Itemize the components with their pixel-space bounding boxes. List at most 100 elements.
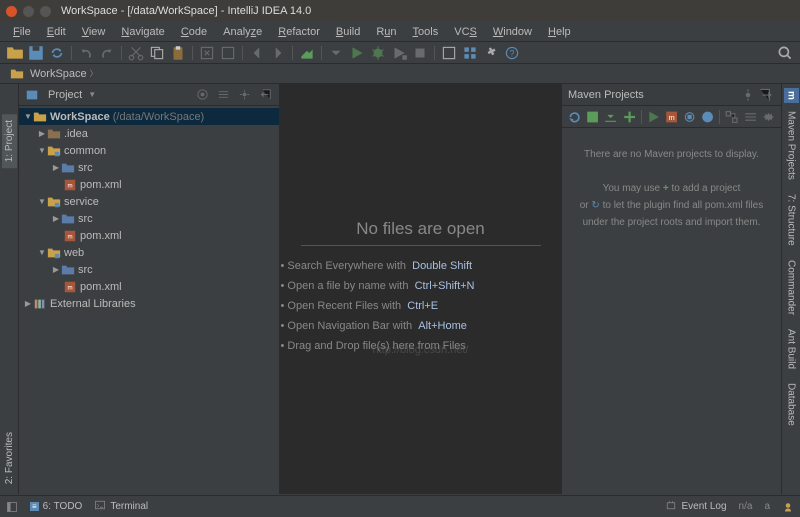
hide-panel-button[interactable]: [258, 87, 273, 102]
commander-tool-tab[interactable]: Commander: [784, 254, 799, 321]
save-all-button[interactable]: [27, 44, 45, 62]
panel-settings-button[interactable]: [739, 86, 757, 104]
favorites-tool-tab[interactable]: 2: Favorites: [2, 426, 17, 490]
tree-node-service[interactable]: ▼ service: [19, 193, 279, 210]
ant-build-tool-tab[interactable]: Ant Build: [784, 323, 799, 375]
find-button[interactable]: [198, 44, 216, 62]
project-tool-tab[interactable]: 1: Project: [2, 114, 17, 168]
maven-tool-tab[interactable]: m: [784, 88, 799, 103]
tree-node-web-pom[interactable]: m pom.xml: [19, 278, 279, 295]
encoding-indicator[interactable]: a: [764, 501, 770, 512]
execute-goal-button[interactable]: m: [663, 108, 680, 126]
add-maven-project-button[interactable]: [621, 108, 638, 126]
expand-arrow-icon[interactable]: ▶: [51, 265, 61, 274]
toggle-offline-button[interactable]: [681, 108, 698, 126]
event-log-icon: [665, 499, 677, 514]
todo-icon: ≡: [30, 502, 39, 511]
project-tree[interactable]: ▼ WorkSpace (/data/WorkSpace) ▶ .idea ▼ …: [19, 106, 279, 494]
window-minimize-button[interactable]: [23, 6, 34, 17]
make-project-button[interactable]: [298, 44, 316, 62]
debug-button[interactable]: [369, 44, 387, 62]
menu-help[interactable]: Help: [541, 25, 578, 39]
collapse-all-button[interactable]: [216, 87, 231, 102]
reimport-button[interactable]: [566, 108, 583, 126]
redo-button[interactable]: [98, 44, 116, 62]
vcs-update-button[interactable]: [440, 44, 458, 62]
download-button[interactable]: [602, 108, 619, 126]
run-maven-build-button[interactable]: [645, 108, 662, 126]
back-button[interactable]: [248, 44, 266, 62]
menu-code[interactable]: Code: [174, 25, 214, 39]
window-close-button[interactable]: [6, 6, 17, 17]
project-structure-button[interactable]: [461, 44, 479, 62]
maven-tool-tab-label[interactable]: Maven Projects: [784, 105, 799, 186]
tree-node-service-pom[interactable]: m pom.xml: [19, 227, 279, 244]
collapse-all-button[interactable]: [742, 108, 759, 126]
hector-icon[interactable]: [782, 501, 794, 513]
tool-windows-quick-access[interactable]: [6, 501, 18, 513]
menu-refactor[interactable]: Refactor: [271, 25, 327, 39]
tree-node-common-pom[interactable]: m pom.xml: [19, 176, 279, 193]
database-tool-tab[interactable]: Database: [784, 377, 799, 432]
menu-run[interactable]: Run: [369, 25, 403, 39]
undo-button[interactable]: [77, 44, 95, 62]
maven-settings-button[interactable]: [760, 108, 777, 126]
copy-button[interactable]: [148, 44, 166, 62]
tree-node-workspace[interactable]: ▼ WorkSpace (/data/WorkSpace): [19, 108, 279, 125]
stop-button[interactable]: [411, 44, 429, 62]
show-dependencies-button[interactable]: [723, 108, 740, 126]
sync-button[interactable]: [48, 44, 66, 62]
expand-arrow-icon[interactable]: ▼: [37, 248, 47, 257]
tree-node-web-src[interactable]: ▶ src: [19, 261, 279, 278]
menu-vcs[interactable]: VCS: [447, 25, 484, 39]
window-maximize-button[interactable]: [40, 6, 51, 17]
terminal-tool-tab[interactable]: Terminal: [94, 499, 148, 514]
expand-arrow-icon[interactable]: ▼: [37, 197, 47, 206]
tree-node-external-libs[interactable]: ▶ External Libraries: [19, 295, 279, 312]
todo-tool-tab[interactable]: ≡ 6: TODO: [30, 501, 82, 512]
open-file-button[interactable]: [6, 44, 24, 62]
generate-sources-button[interactable]: [584, 108, 601, 126]
menu-navigate[interactable]: Navigate: [114, 25, 171, 39]
panel-settings-button[interactable]: [237, 87, 252, 102]
run-coverage-button[interactable]: [390, 44, 408, 62]
tree-node-service-src[interactable]: ▶ src: [19, 210, 279, 227]
expand-arrow-icon[interactable]: ▶: [37, 129, 47, 138]
menu-analyze[interactable]: Analyze: [216, 25, 269, 39]
tree-node-common-src[interactable]: ▶ src: [19, 159, 279, 176]
menu-file[interactable]: File: [6, 25, 38, 39]
menu-tools[interactable]: Tools: [406, 25, 446, 39]
help-button[interactable]: ?: [503, 44, 521, 62]
menu-edit[interactable]: Edit: [40, 25, 73, 39]
scroll-from-source-button[interactable]: [195, 87, 210, 102]
structure-tool-tab[interactable]: 7: Structure: [784, 188, 799, 252]
menu-build[interactable]: Build: [329, 25, 367, 39]
cut-button[interactable]: [127, 44, 145, 62]
event-log-button[interactable]: Event Log: [665, 499, 726, 514]
tree-node-idea[interactable]: ▶ .idea: [19, 125, 279, 142]
paste-button[interactable]: [169, 44, 187, 62]
settings-button[interactable]: [482, 44, 500, 62]
menu-window[interactable]: Window: [486, 25, 539, 39]
search-everywhere-button[interactable]: [776, 44, 794, 62]
tree-node-web[interactable]: ▼ web: [19, 244, 279, 261]
replace-button[interactable]: [219, 44, 237, 62]
breadcrumb-root[interactable]: WorkSpace 〉: [6, 67, 102, 81]
editor-empty-state[interactable]: No files are open • Search Everywhere wi…: [280, 84, 561, 494]
hide-panel-button[interactable]: [757, 86, 775, 104]
expand-arrow-icon[interactable]: ▼: [23, 112, 33, 121]
window-title: WorkSpace - [/data/WorkSpace] - IntelliJ…: [61, 5, 311, 17]
toggle-skip-tests-button[interactable]: [699, 108, 716, 126]
menu-view[interactable]: View: [75, 25, 113, 39]
expand-arrow-icon[interactable]: ▶: [23, 299, 33, 308]
navigation-bar[interactable]: WorkSpace 〉: [0, 64, 800, 84]
run-button[interactable]: [348, 44, 366, 62]
forward-button[interactable]: [269, 44, 287, 62]
maven-empty-message: There are no Maven projects to display. …: [562, 128, 781, 249]
expand-arrow-icon[interactable]: ▶: [51, 163, 61, 172]
expand-arrow-icon[interactable]: ▶: [51, 214, 61, 223]
tree-node-common[interactable]: ▼ common: [19, 142, 279, 159]
chevron-down-icon[interactable]: ▼: [88, 90, 96, 99]
run-config-selector[interactable]: [327, 44, 345, 62]
expand-arrow-icon[interactable]: ▼: [37, 146, 47, 155]
